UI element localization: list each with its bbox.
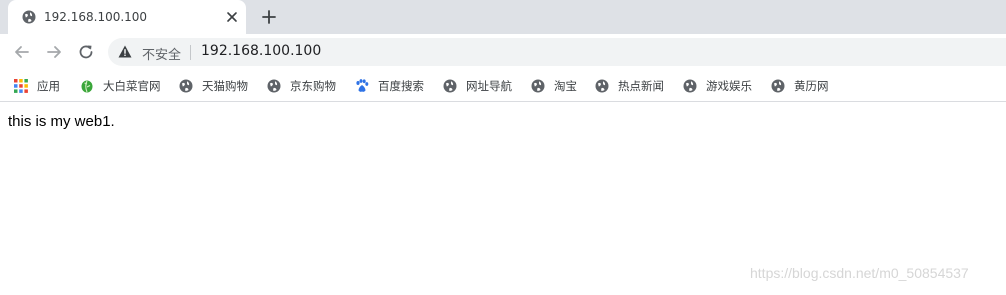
new-tab-plus-icon[interactable] — [260, 8, 278, 26]
cabbage-icon — [81, 80, 93, 93]
bookmark-label: 网址导航 — [466, 79, 512, 93]
forward-arrow-icon[interactable] — [44, 42, 64, 62]
bookmark-games[interactable]: 游戏娱乐 — [683, 77, 752, 95]
globe-icon — [443, 79, 457, 93]
url-text[interactable]: 192.168.100.100 — [201, 43, 321, 59]
bookmark-label: 黄历网 — [794, 79, 829, 93]
globe-icon — [22, 10, 36, 24]
bookmark-label: 天猫购物 — [202, 79, 248, 93]
back-arrow-icon[interactable] — [12, 42, 32, 62]
globe-icon — [595, 79, 609, 93]
bookmarks-bar: 应用 大白菜官网 天猫购物 京东购物 百度搜索 网址导航 淘宝 热点新闻 游戏娱… — [0, 70, 1006, 102]
bookmark-label: 百度搜索 — [378, 79, 424, 93]
close-icon[interactable] — [224, 9, 240, 25]
globe-icon — [683, 79, 697, 93]
address-bar[interactable]: 不安全 192.168.100.100 — [108, 38, 1006, 66]
bookmark-label: 淘宝 — [554, 79, 577, 93]
bookmark-label: 京东购物 — [290, 79, 336, 93]
bookmark-almanac[interactable]: 黄历网 — [771, 77, 829, 95]
watermark-text: https://blog.csdn.net/m0_50854537 — [750, 265, 969, 281]
warning-triangle-icon[interactable] — [118, 45, 132, 58]
bookmark-tmall[interactable]: 天猫购物 — [179, 77, 248, 95]
bookmark-baidu[interactable]: 百度搜索 — [355, 77, 424, 95]
globe-icon — [771, 79, 785, 93]
browser-toolbar: 不安全 192.168.100.100 — [0, 34, 1006, 70]
bookmark-label: 应用 — [37, 79, 60, 93]
bookmark-taobao[interactable]: 淘宝 — [531, 77, 577, 95]
bookmark-nav[interactable]: 网址导航 — [443, 77, 512, 95]
active-tab[interactable]: 192.168.100.100 — [8, 0, 246, 34]
bookmark-label: 大白菜官网 — [103, 79, 161, 93]
bookmark-dabaicai[interactable]: 大白菜官网 — [80, 77, 161, 95]
bookmark-jd[interactable]: 京东购物 — [267, 77, 336, 95]
tab-title: 192.168.100.100 — [44, 10, 148, 24]
page-body-text: this is my web1. — [8, 113, 115, 130]
apps-grid-icon — [14, 79, 28, 93]
globe-icon — [179, 79, 193, 93]
globe-icon — [531, 79, 545, 93]
tab-strip: 192.168.100.100 — [0, 0, 1006, 34]
bookmark-label: 热点新闻 — [618, 79, 664, 93]
security-status-label[interactable]: 不安全 — [142, 44, 181, 63]
bookmark-news[interactable]: 热点新闻 — [595, 77, 664, 95]
bookmark-label: 游戏娱乐 — [706, 79, 752, 93]
baidu-paw-icon — [356, 79, 369, 92]
omnibox-separator — [190, 45, 191, 60]
bookmark-apps[interactable]: 应用 — [14, 77, 60, 95]
globe-icon — [267, 79, 281, 93]
reload-icon[interactable] — [76, 42, 96, 62]
